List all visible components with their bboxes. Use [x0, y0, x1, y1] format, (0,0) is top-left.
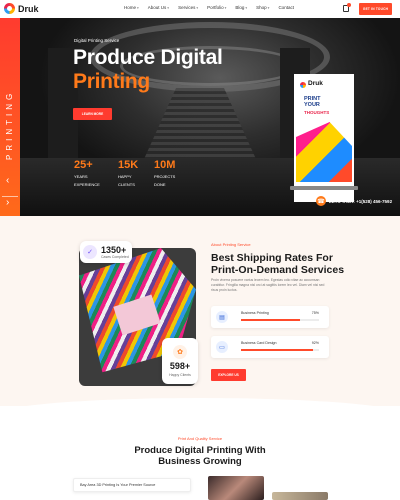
banner-line: YOUR: [304, 102, 320, 108]
heading-line: Print-On-Demand Services: [211, 264, 345, 276]
about-tag: About Printing Service: [211, 242, 251, 247]
clients-icon: ✿: [173, 345, 187, 359]
banner-headline: PRINT YOUR: [304, 96, 321, 108]
services-heading: Produce Digital Printing With Business G…: [0, 445, 400, 467]
slider-prev-button[interactable]: ‹: [6, 176, 9, 186]
heading-line: Business Growing: [158, 456, 242, 467]
brand-logo[interactable]: Druk: [4, 3, 39, 14]
menu-item-services[interactable]: Services ▾: [178, 5, 198, 10]
about-heading: Best Shipping Rates For Print-On-Demand …: [211, 252, 344, 276]
logo-icon: [4, 3, 15, 14]
stat-label: EXPERIENCE: [74, 182, 100, 187]
heading-line: Produce Digital Printing With: [134, 445, 266, 456]
banner-brand: Druk: [308, 80, 323, 87]
menu-label: Home: [124, 5, 137, 10]
skill-percent: 92%: [311, 341, 319, 345]
menu-item-contact[interactable]: Contact: [278, 5, 294, 10]
progress-track: [241, 319, 319, 321]
menu-label: Blog: [235, 5, 245, 10]
banner-logo-icon: [300, 82, 306, 88]
stat-label: DONE: [154, 182, 166, 187]
skill-business-card-design: ▭ Business Card Design 92%: [211, 336, 329, 358]
stat-label: YEARS: [74, 174, 88, 179]
happy-clients-badge: ✿ 598+ Happy Clients: [162, 338, 198, 384]
lets-talk-contact[interactable]: ☎ LETS TALK: +1(528) 456-7592: [316, 196, 392, 206]
hero-stat-clients: 15K HAPPY CLIENTS: [118, 159, 139, 188]
slider-arrow-divider: [2, 196, 18, 197]
menu-label: Services: [178, 5, 196, 10]
services-image-1: [208, 476, 264, 500]
brand-name: Druk: [18, 3, 39, 14]
progress-fill: [241, 319, 300, 321]
slider-next-button[interactable]: ›: [6, 198, 9, 208]
menu-item-blog[interactable]: Blog ▾: [235, 5, 247, 10]
top-navbar: Druk Home ▾ About Us ▾ Services ▾ Portfolio…: [0, 0, 400, 18]
hero-stat-years: 25+ YEARS EXPERIENCE: [74, 159, 100, 188]
banner-stand: [290, 186, 358, 190]
hero-title-line1: Produce Digital: [73, 46, 223, 69]
menu-item-portfolio[interactable]: Portfolio ▾: [207, 5, 226, 10]
badge-text: 1350+ Cases Completed: [101, 245, 129, 259]
hero-section: PRINTING ‹ › Digital Printing Service Pr…: [0, 18, 400, 216]
hero-title-line2: Printing: [73, 70, 150, 93]
progress-track: [241, 349, 319, 351]
premier-source-field[interactable]: Bay Area 3D Printing Is Your Premier Sou…: [73, 478, 191, 492]
menu-label: Contact: [278, 5, 294, 10]
hero-subtitle: Digital Printing Service: [74, 38, 120, 43]
heading-line: Best Shipping Rates For: [211, 252, 333, 264]
checklist-icon: ✓: [83, 245, 97, 259]
chevron-down-icon: ▾: [196, 5, 199, 10]
cases-completed-badge: ✓ 1350+ Cases Completed: [80, 241, 132, 263]
skill-label: Business Printing: [241, 311, 269, 315]
menu-label: Portfolio: [207, 5, 224, 10]
id-card-icon: ▭: [216, 341, 228, 353]
learn-more-button[interactable]: LEARN MORE: [73, 108, 112, 120]
hero-stat-projects: 10M PROJECTS DONE: [154, 159, 176, 188]
printer-icon: ▤: [216, 311, 228, 323]
skill-percent: 75%: [311, 311, 319, 315]
stat-label: PROJECTS: [154, 174, 176, 179]
explore-us-button[interactable]: EXPLORE US: [211, 369, 246, 381]
banner-subline: THOUGHTS: [304, 110, 330, 115]
about-section: [0, 216, 400, 406]
chevron-down-icon: ▾: [245, 5, 248, 10]
menu-item-shop[interactable]: Shop ▾: [256, 5, 269, 10]
skill-label: Business Card Design: [241, 341, 277, 345]
lets-talk-text: LETS TALK: +1(528) 456-7592: [329, 198, 393, 204]
chevron-down-icon: ▾: [137, 5, 139, 10]
get-in-touch-button[interactable]: GET IN TOUCH: [359, 3, 392, 15]
stat-number: 25+: [74, 159, 93, 171]
badge-label: Cases Completed: [101, 255, 129, 259]
stat-number: 15K: [118, 159, 139, 171]
hero-side-text: PRINTING: [5, 89, 14, 160]
menu-item-about[interactable]: About Us ▾: [148, 5, 169, 10]
about-tag-text: About Printing Service: [211, 242, 251, 247]
menu-item-home[interactable]: Home ▾: [124, 5, 139, 10]
skill-business-printing: ▤ Business Printing 75%: [211, 306, 329, 328]
progress-fill: [241, 349, 313, 351]
menu-label: Shop: [256, 5, 267, 10]
chevron-down-icon: ▾: [267, 5, 270, 10]
hero-side-bar: PRINTING ‹ ›: [0, 18, 20, 216]
badge-label: Happy Clients: [169, 373, 191, 377]
stat-label: CLIENTS: [118, 182, 135, 187]
stat-label: HAPPY: [118, 174, 132, 179]
badge-number: 598+: [169, 361, 191, 371]
cart-badge: [347, 3, 351, 7]
phone-icon: ☎: [316, 196, 326, 206]
chevron-down-icon: ▾: [224, 5, 227, 10]
main-menu: Home ▾ About Us ▾ Services ▾ Portfolio ▾ Blo…: [124, 5, 294, 10]
badge-number: 1350+: [101, 245, 127, 255]
services-image-2: [272, 492, 328, 500]
menu-label: About Us: [147, 5, 167, 10]
services-tag: Print And Quality Service: [177, 436, 223, 441]
stat-number: 10M: [154, 159, 176, 171]
chevron-down-icon: ▾: [167, 5, 170, 10]
about-body: Proin viverra posuere varius leoem leo. …: [211, 278, 325, 293]
